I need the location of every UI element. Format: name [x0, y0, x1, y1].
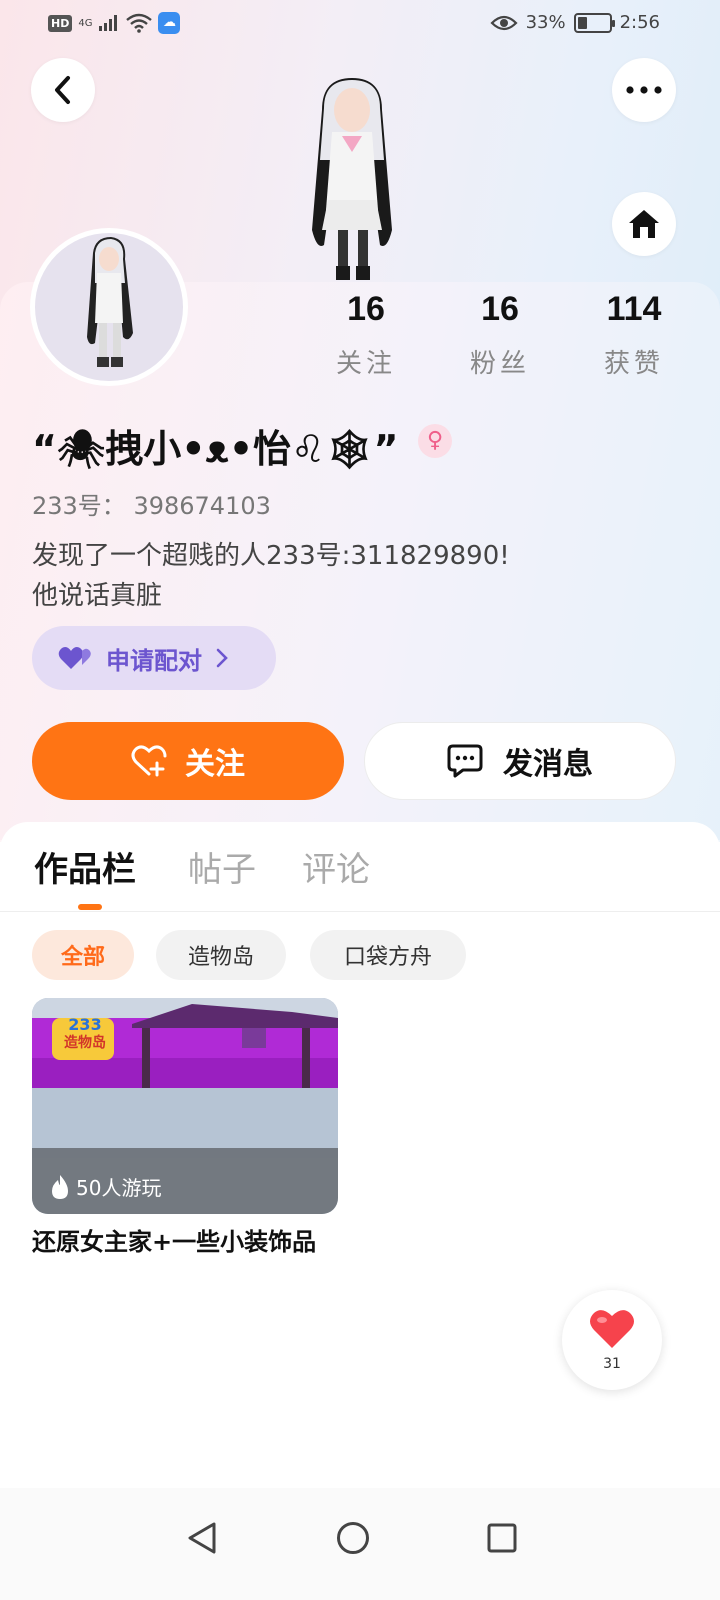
system-nav-bar: [0, 1488, 720, 1600]
avatar-character: [87, 237, 133, 367]
network-type-label: 4G: [78, 17, 93, 29]
status-bar: HD 4G ☁ 33% 2:56: [0, 0, 720, 48]
likes-stat[interactable]: 114 获赞: [574, 290, 694, 380]
home-icon: [629, 210, 659, 238]
bio: 发现了一个超贱的人233号:311829890! 他说话真脏: [32, 536, 652, 616]
flame-icon: [52, 1174, 68, 1199]
send-message-label: 发消息: [503, 747, 593, 782]
banner-avatar-character: [312, 78, 392, 280]
avatar[interactable]: [30, 228, 188, 386]
likes-label: 获赞: [603, 349, 664, 379]
game-badge: 233 造物岛: [50, 1016, 120, 1052]
cloud-icon: ☁: [158, 12, 181, 34]
likes-count: 114: [606, 290, 662, 328]
hd-icon: HD: [48, 14, 73, 32]
like-count: 31: [603, 1356, 621, 1372]
filter-all[interactable]: 全部: [32, 930, 134, 980]
send-message-button[interactable]: 发消息: [364, 722, 676, 800]
user-id-label: 233号：: [32, 492, 126, 520]
work-card[interactable]: 233 造物岛 50人游玩: [32, 998, 338, 1214]
battery-percent: 33%: [525, 12, 566, 33]
chat-bubble-icon: [447, 744, 483, 778]
game-badge-name: 造物岛: [64, 1035, 106, 1051]
following-count: 16: [347, 290, 385, 328]
heart-plus-icon: [131, 745, 167, 777]
request-pairing-label: 申请配对: [106, 646, 202, 675]
game-badge-number: 233: [68, 1015, 102, 1034]
user-id-line[interactable]: 233号： 398674103: [32, 486, 271, 521]
followers-stat[interactable]: 16 粉丝: [440, 290, 560, 380]
eye-icon: [490, 15, 518, 30]
filter-pocket-ark[interactable]: 口袋方舟: [310, 930, 466, 980]
user-id-value: 398674103: [133, 492, 271, 520]
followers-count: 16: [481, 290, 519, 328]
hearts-icon: [58, 647, 91, 669]
followers-label: 粉丝: [469, 349, 530, 379]
heart-icon: [590, 1310, 634, 1348]
nav-home-button[interactable]: [323, 1508, 383, 1568]
active-tab-indicator: [78, 904, 102, 910]
play-count: 50人游玩: [50, 1172, 161, 1201]
profile-tabs: 作品栏 帖子 评论: [0, 842, 720, 912]
signal-icon: [99, 15, 118, 31]
tab-posts[interactable]: 帖子: [188, 842, 256, 891]
chevron-right-icon: [216, 648, 228, 668]
like-float-button[interactable]: 31: [562, 1290, 662, 1390]
nav-back-button[interactable]: [172, 1508, 232, 1568]
back-button[interactable]: [31, 58, 95, 122]
request-pairing-button[interactable]: 申请配对: [32, 626, 276, 690]
filter-creation-island[interactable]: 造物岛: [156, 930, 286, 980]
wifi-icon: [126, 13, 153, 33]
battery-icon: [573, 12, 615, 33]
home-button[interactable]: [612, 192, 676, 256]
nav-recents-button[interactable]: [472, 1508, 532, 1568]
tab-works[interactable]: 作品栏: [34, 842, 136, 891]
following-stat[interactable]: 16 关注: [306, 290, 426, 380]
play-count-label: 50人游玩: [76, 1176, 162, 1200]
following-label: 关注: [335, 349, 396, 379]
chevron-left-icon: [55, 76, 70, 104]
clock: 2:56: [619, 12, 660, 33]
work-title[interactable]: 还原女主家+一些小装饰品: [32, 1226, 342, 1258]
tab-comments[interactable]: 评论: [302, 842, 370, 891]
female-gender-icon: ♀: [418, 424, 452, 458]
more-button[interactable]: [612, 58, 676, 122]
bio-line: 发现了一个超贱的人233号:311829890!: [32, 541, 510, 571]
circle-home-icon: [337, 1522, 369, 1554]
tab-divider: [0, 911, 720, 912]
square-recents-icon: [487, 1523, 517, 1553]
triangle-back-icon: [188, 1522, 216, 1554]
follow-button[interactable]: 关注: [32, 722, 344, 800]
bio-line: 他说话真脏: [32, 581, 163, 611]
nickname: “🕷拽小•ᴥ•怡♌🕸”: [32, 427, 399, 471]
ellipsis-icon: [626, 86, 662, 94]
follow-label: 关注: [185, 747, 245, 782]
